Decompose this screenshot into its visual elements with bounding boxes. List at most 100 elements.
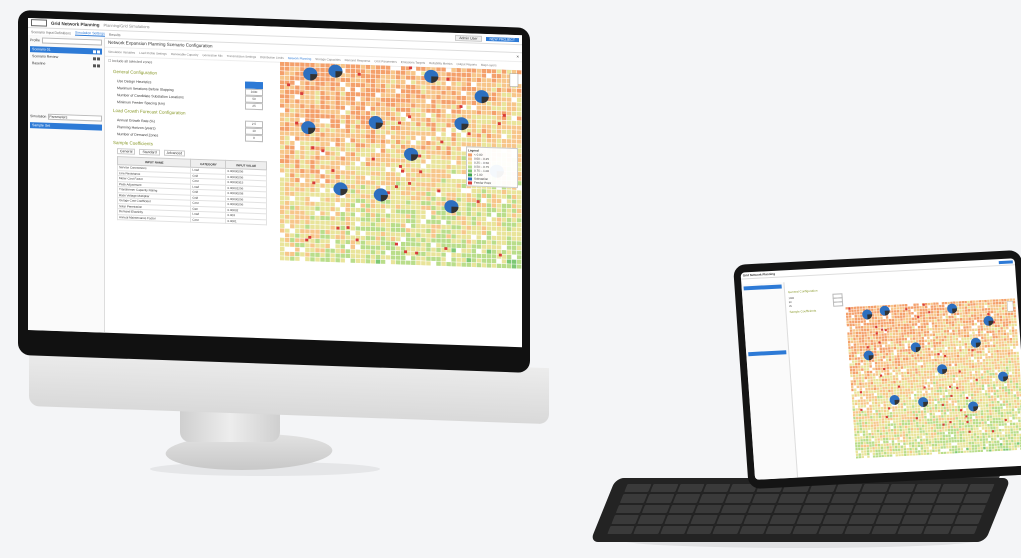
feeder-point-marker[interactable] — [397, 121, 401, 125]
feeder-point-marker[interactable] — [409, 66, 413, 70]
heatmap-map[interactable]: Legend < 0.00 0.00 – 0.25 0.25 – 0.50 0.50 … — [280, 61, 522, 269]
config-tab[interactable]: Transmission Settings — [227, 54, 256, 59]
substation-marker[interactable] — [454, 117, 469, 131]
feeder-point-marker[interactable] — [305, 238, 309, 242]
feeder-point-marker[interactable] — [311, 146, 315, 150]
config-tab[interactable]: Reliability Metrics — [429, 61, 452, 66]
config-tab[interactable]: Load Profile Settings — [139, 51, 167, 56]
feeder-point-marker[interactable] — [440, 140, 444, 144]
tablet-map-canvas[interactable] — [845, 298, 1021, 459]
new-project-button[interactable]: NEW PROJECT — [485, 36, 519, 42]
heatmap-tile — [360, 175, 366, 180]
feeder-point-marker[interactable] — [459, 105, 463, 108]
feeder-point-marker[interactable] — [467, 132, 471, 136]
config-tab[interactable]: Emissions Targets — [401, 60, 425, 65]
heatmap-tile — [874, 435, 877, 439]
feeder-point-marker[interactable] — [497, 122, 501, 126]
edit-icon[interactable] — [93, 56, 96, 60]
user-button[interactable]: Admin User — [455, 34, 482, 42]
feeder-point-marker[interactable] — [437, 189, 441, 193]
config-tab[interactable]: Renewable Capacity — [171, 52, 199, 57]
feeder-point-marker[interactable] — [415, 251, 419, 255]
feeder-point-marker[interactable] — [418, 154, 422, 158]
feeder-point-marker[interactable] — [300, 92, 304, 96]
grid-tab[interactable]: Advanced — [163, 149, 186, 157]
subtab-simulation-settings[interactable]: Simulation Settings — [74, 30, 105, 37]
heatmap-tile — [370, 97, 376, 102]
feeder-point-marker[interactable] — [346, 226, 350, 229]
heatmap-tile — [511, 250, 517, 255]
feeder-point-marker[interactable] — [401, 169, 405, 173]
config-tab[interactable]: Output Reports — [456, 62, 476, 67]
feeder-point-marker[interactable] — [321, 149, 325, 153]
feeder-point-marker[interactable] — [408, 115, 412, 119]
delete-icon[interactable] — [97, 56, 100, 61]
tablet-selected-item[interactable] — [743, 284, 782, 291]
config-tab[interactable]: Storage Capacities — [315, 57, 340, 62]
config-tab[interactable]: Demand Response — [345, 58, 371, 63]
heatmap-tile — [401, 93, 406, 99]
close-icon[interactable]: × — [516, 54, 519, 59]
subtab-scenario-input[interactable]: Scenario Input Definitions — [31, 30, 71, 35]
heatmap-tile — [941, 375, 944, 379]
profile-select[interactable] — [41, 37, 102, 46]
heatmap-tile — [390, 223, 396, 228]
heatmap-tile — [885, 398, 889, 401]
heatmap-tile — [967, 425, 970, 428]
heatmap-tile — [315, 160, 320, 165]
tablet-selected-sample[interactable] — [748, 350, 787, 357]
heatmap-tile — [959, 357, 963, 361]
feeder-point-marker[interactable] — [476, 200, 480, 203]
feeder-point-marker[interactable] — [446, 77, 450, 81]
feeder-point-marker[interactable] — [287, 83, 291, 87]
feeder-point-marker[interactable] — [498, 253, 502, 257]
config-tab-active[interactable]: Network Planning — [288, 56, 312, 61]
feeder-point-marker[interactable] — [419, 170, 423, 174]
subtab-results[interactable]: Results — [109, 32, 121, 36]
simulation-select[interactable]: Parameters — [48, 113, 102, 122]
feeder-point-marker[interactable] — [444, 247, 448, 250]
config-tab[interactable]: Simulation Variables — [108, 50, 135, 55]
feeder-spacing-input[interactable]: 25 — [245, 102, 263, 111]
tablet-heatmap[interactable] — [845, 298, 1021, 459]
feeder-point-marker[interactable] — [394, 185, 398, 189]
config-tab[interactable]: Cost Parameters — [374, 59, 397, 64]
config-tab[interactable]: Distribution Limits — [260, 55, 284, 60]
grid-tab[interactable]: General — [117, 148, 136, 155]
config-tab[interactable]: Generation Mix — [202, 53, 222, 58]
zoom-control-icon[interactable] — [509, 73, 519, 88]
tablet-primary-button[interactable] — [998, 259, 1013, 264]
delete-icon[interactable] — [97, 63, 100, 68]
heatmap-tile — [375, 250, 381, 255]
demand-zones-input[interactable]: 8 — [245, 134, 263, 143]
tablet-input[interactable] — [832, 300, 844, 307]
edit-icon[interactable] — [93, 49, 96, 53]
heatmap-tile — [451, 90, 456, 96]
feeder-point-marker[interactable] — [312, 181, 316, 185]
feeder-point-marker[interactable] — [331, 169, 335, 172]
heatmap-tile — [451, 114, 456, 119]
feeder-point-marker[interactable] — [295, 121, 299, 125]
sample-set-item[interactable]: Sample Set — [30, 122, 102, 131]
feeder-point-marker[interactable] — [398, 164, 403, 168]
heatmap-tile — [290, 210, 295, 215]
feeder-point-marker[interactable] — [308, 235, 312, 239]
feeder-point-marker[interactable] — [394, 242, 398, 246]
heatmap-tile — [300, 99, 305, 104]
heatmap-tile — [1016, 354, 1020, 358]
feeder-point-marker[interactable] — [336, 226, 340, 230]
heatmap-tile — [952, 329, 955, 333]
edit-icon[interactable] — [93, 63, 96, 67]
heatmap-tile — [949, 366, 952, 370]
grid-tab[interactable]: Standard — [139, 148, 160, 156]
feeder-point-marker[interactable] — [355, 238, 359, 242]
feeder-point-marker[interactable] — [502, 114, 506, 117]
feeder-point-marker[interactable] — [371, 157, 375, 161]
config-tab[interactable]: Map Layers — [481, 63, 497, 68]
feeder-point-marker[interactable] — [404, 250, 408, 254]
feeder-point-marker[interactable] — [408, 181, 412, 185]
breadcrumb[interactable]: Planning/Grid Simulations — [104, 23, 150, 30]
feeder-point-marker[interactable] — [357, 72, 361, 76]
delete-icon[interactable] — [97, 49, 100, 54]
heatmap-tile — [511, 245, 517, 250]
